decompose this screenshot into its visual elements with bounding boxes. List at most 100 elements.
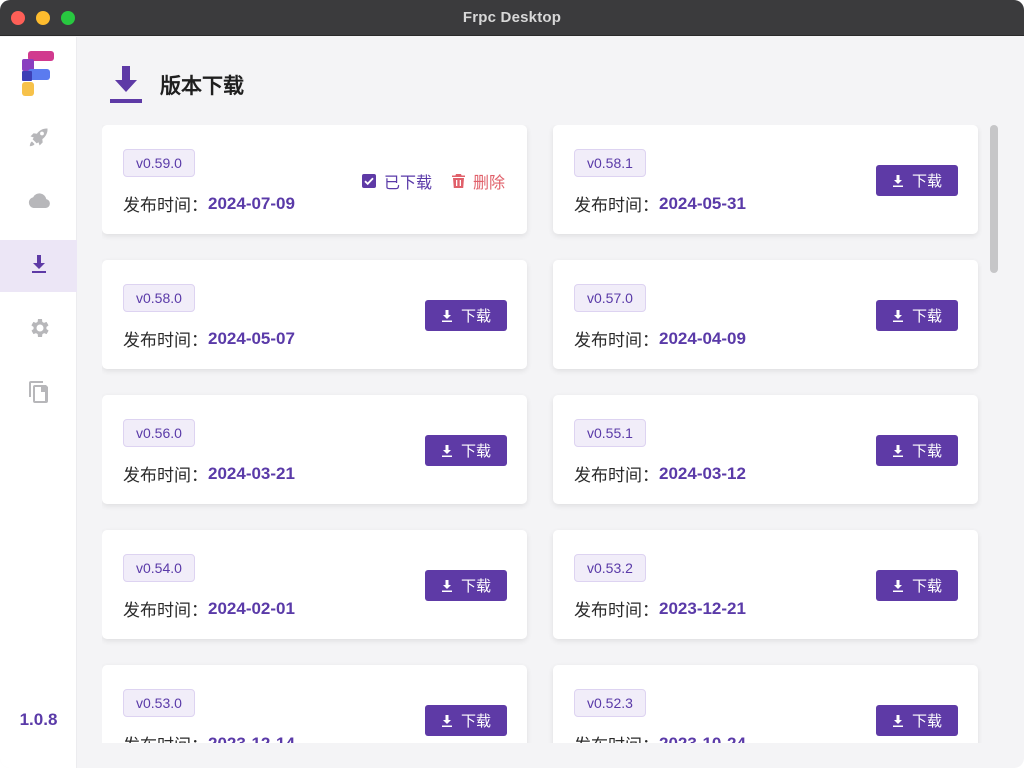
date-label: 发布时间：	[123, 331, 208, 350]
date-value: 2024-02-01	[208, 598, 295, 618]
close-window-button[interactable]	[11, 11, 25, 25]
download-icon	[110, 66, 142, 104]
cloud-icon	[27, 189, 51, 218]
version-tag: v0.55.1	[574, 419, 646, 447]
date-value: 2023-12-14	[208, 733, 295, 744]
release-card: v0.54.0 发布时间： 2024-02-01 下载	[102, 530, 527, 639]
minimize-window-button[interactable]	[36, 11, 50, 25]
scrollbar-thumb[interactable]	[990, 125, 998, 273]
download-button-label: 下载	[911, 578, 942, 595]
release-card: v0.58.1 发布时间： 2024-05-31 下载	[553, 125, 978, 234]
download-icon	[892, 579, 903, 592]
version-tag: v0.58.0	[123, 284, 195, 312]
release-card: v0.58.0 发布时间： 2024-05-07 下载	[102, 260, 527, 369]
delete-label: 删除	[472, 175, 505, 192]
downloaded-label: 已下载	[383, 175, 432, 192]
download-icon	[27, 252, 51, 281]
release-date: 发布时间： 2023-10-24	[574, 731, 746, 744]
nav-item-proxy[interactable]	[0, 177, 77, 229]
zoom-window-button[interactable]	[61, 11, 75, 25]
date-label: 发布时间：	[123, 601, 208, 620]
release-date: 发布时间： 2024-03-12	[574, 461, 746, 486]
page-title: 版本下载	[160, 75, 244, 98]
download-button[interactable]: 下载	[425, 435, 507, 466]
version-tag: v0.59.0	[123, 149, 195, 177]
download-button[interactable]: 下载	[876, 435, 958, 466]
download-button-label: 下载	[460, 713, 491, 730]
date-value: 2023-12-21	[659, 598, 746, 618]
download-button-label: 下载	[911, 308, 942, 325]
page-header: 版本下载	[110, 65, 244, 105]
download-icon	[441, 444, 452, 457]
download-icon	[892, 714, 903, 727]
download-button-label: 下载	[911, 173, 942, 190]
app-window: Frpc Desktop 1.0.8 版本下载 v0.59.0 发布时间： 20…	[0, 0, 1024, 768]
date-label: 发布时间：	[123, 466, 208, 485]
download-icon	[892, 174, 903, 187]
delete-button[interactable]: 删除	[451, 169, 505, 193]
version-tag: v0.52.3	[574, 689, 646, 717]
gear-icon	[27, 316, 51, 345]
date-value: 2023-10-24	[659, 733, 746, 744]
version-tag: v0.58.1	[574, 149, 646, 177]
release-date: 发布时间： 2024-05-31	[574, 191, 746, 216]
date-label: 发布时间：	[574, 331, 659, 350]
download-button[interactable]: 下载	[876, 165, 958, 196]
app-logo	[22, 51, 56, 97]
download-button[interactable]: 下载	[876, 705, 958, 736]
version-tag: v0.57.0	[574, 284, 646, 312]
release-date: 发布时间： 2024-07-09	[123, 191, 295, 216]
version-tag: v0.53.2	[574, 554, 646, 582]
scrollbar[interactable]	[988, 125, 998, 743]
rocket-icon	[27, 125, 51, 154]
release-list[interactable]: v0.59.0 发布时间： 2024-07-09 已下载 删除 v0.58.1 …	[102, 125, 982, 743]
nav-item-logs[interactable]	[0, 368, 77, 420]
download-icon	[441, 714, 452, 727]
nav-item-launch[interactable]	[0, 113, 77, 165]
release-card: v0.52.3 发布时间： 2023-10-24 下载	[553, 665, 978, 743]
version-tag: v0.53.0	[123, 689, 195, 717]
app-version: 1.0.8	[19, 710, 58, 729]
main-content: 版本下载 v0.59.0 发布时间： 2024-07-09 已下载 删除 v0.…	[78, 37, 1024, 768]
document-icon	[27, 380, 51, 409]
date-value: 2024-03-12	[659, 463, 746, 483]
download-button-label: 下载	[460, 308, 491, 325]
release-date: 发布时间： 2024-04-09	[574, 326, 746, 351]
release-card: v0.57.0 发布时间： 2024-04-09 下载	[553, 260, 978, 369]
release-date: 发布时间： 2024-03-21	[123, 461, 295, 486]
download-button[interactable]: 下载	[876, 570, 958, 601]
release-date: 发布时间： 2024-05-07	[123, 326, 295, 351]
date-label: 发布时间：	[574, 196, 659, 215]
download-button[interactable]: 下载	[876, 300, 958, 331]
date-value: 2024-05-07	[208, 328, 295, 348]
nav-item-settings[interactable]	[0, 304, 77, 356]
version-tag: v0.56.0	[123, 419, 195, 447]
date-value: 2024-03-21	[208, 463, 295, 483]
download-button[interactable]: 下载	[425, 300, 507, 331]
download-button-label: 下载	[911, 443, 942, 460]
title-bar: Frpc Desktop	[0, 0, 1024, 36]
version-tag: v0.54.0	[123, 554, 195, 582]
download-button[interactable]: 下载	[425, 570, 507, 601]
download-button[interactable]: 下载	[425, 705, 507, 736]
download-icon	[892, 444, 903, 457]
date-label: 发布时间：	[123, 196, 208, 215]
trash-icon	[451, 174, 465, 188]
date-value: 2024-04-09	[659, 328, 746, 348]
sidebar: 1.0.8	[0, 37, 77, 768]
download-button-label: 下载	[460, 578, 491, 595]
release-card: v0.55.1 发布时间： 2024-03-12 下载	[553, 395, 978, 504]
checkbox-checked-icon	[361, 174, 376, 188]
release-actions: 已下载 删除	[361, 169, 505, 193]
release-date: 发布时间： 2023-12-14	[123, 731, 295, 744]
download-icon	[441, 579, 452, 592]
nav-item-download[interactable]	[0, 240, 77, 292]
release-date: 发布时间： 2023-12-21	[574, 596, 746, 621]
release-date: 发布时间： 2024-02-01	[123, 596, 295, 621]
release-card: v0.56.0 发布时间： 2024-03-21 下载	[102, 395, 527, 504]
date-value: 2024-07-09	[208, 193, 295, 213]
date-label: 发布时间：	[574, 731, 659, 743]
download-icon	[441, 309, 452, 322]
date-label: 发布时间：	[574, 601, 659, 620]
download-button-label: 下载	[460, 443, 491, 460]
